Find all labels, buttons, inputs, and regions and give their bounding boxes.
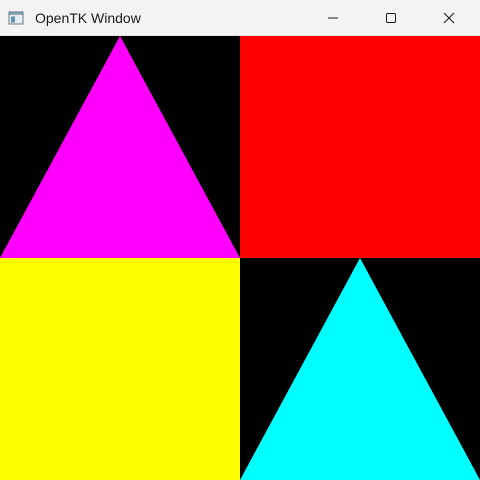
window-title: OpenTK Window <box>35 10 141 26</box>
maximize-button[interactable] <box>362 0 420 36</box>
square-top-right <box>240 36 480 258</box>
minimize-button[interactable] <box>304 0 362 36</box>
app-window-icon <box>8 10 24 26</box>
close-icon <box>443 12 455 24</box>
render-canvas[interactable] <box>0 36 480 480</box>
close-button[interactable] <box>420 0 478 36</box>
title-bar[interactable]: OpenTK Window <box>0 0 480 36</box>
square-bottom-left <box>0 258 240 480</box>
opentk-window: OpenTK Window <box>0 0 480 480</box>
scene-svg <box>0 36 480 480</box>
minimize-icon <box>327 12 339 24</box>
maximize-icon <box>385 12 397 24</box>
